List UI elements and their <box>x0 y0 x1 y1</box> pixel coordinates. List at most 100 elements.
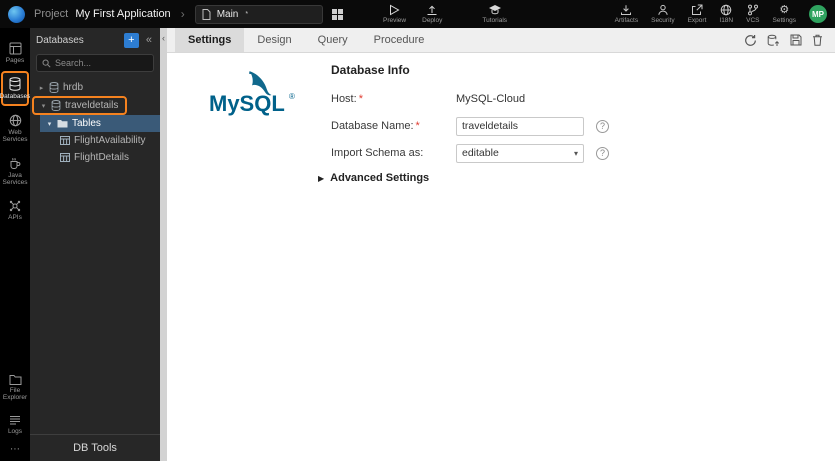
import-schema-select[interactable]: editable ▾ <box>456 143 584 163</box>
page-selector-dropdown[interactable]: Main * <box>194 4 323 24</box>
delete-icon[interactable] <box>812 34 823 46</box>
advanced-settings-toggle[interactable]: ▶ Advanced Settings <box>318 172 609 184</box>
advanced-settings-label: Advanced Settings <box>330 172 430 184</box>
host-label: Host: * <box>331 93 456 105</box>
tutorials-label: Tutorials <box>482 17 508 24</box>
add-database-button[interactable]: + <box>123 32 139 48</box>
tree-item-label: FlightDetails <box>74 152 130 163</box>
topbar-center-actions: Preview Deploy Tutorials <box>383 0 507 28</box>
database-name-label: Database Name: * <box>331 120 456 132</box>
chevron-right-icon: › <box>180 7 185 21</box>
tab-query[interactable]: Query <box>305 28 361 52</box>
artifacts-download-icon <box>620 4 632 16</box>
tree-item-flightdetails[interactable]: FlightDetails <box>30 149 160 166</box>
sidebar-item-databases[interactable]: Databases <box>0 71 31 106</box>
database-name-input[interactable] <box>456 116 584 136</box>
tutorials-button[interactable]: Tutorials <box>482 4 507 24</box>
dashboard-grid-icon[interactable] <box>331 8 343 20</box>
tree-item-hrdb[interactable]: ▸ hrdb <box>30 79 160 96</box>
tree-item-traveldetails[interactable]: ▾ traveldetails <box>32 96 128 115</box>
tree-item-label: Tables <box>72 118 101 129</box>
sidebar-item-web-services[interactable]: Web Services <box>1 108 29 149</box>
tab-settings[interactable]: Settings <box>175 28 245 52</box>
tree-item-label: hrdb <box>63 82 84 93</box>
topbar: Project My First Application › Main * Pr… <box>0 0 835 28</box>
chevron-down-icon[interactable]: ▾ <box>40 102 47 110</box>
vcs-label: VCS <box>746 17 760 24</box>
search-icon <box>42 59 51 68</box>
project-title: Project My First Application <box>34 8 171 20</box>
tree-item-label: traveldetails <box>65 100 119 111</box>
reimport-db-icon[interactable] <box>744 34 757 47</box>
artifacts-button[interactable]: Artifacts <box>615 4 638 24</box>
database-name-label-text: Database Name: <box>331 120 414 132</box>
help-icon[interactable]: ? <box>596 119 609 133</box>
mysql-logo-reg: ® <box>289 92 295 101</box>
sidebar-item-apis[interactable]: APIs <box>1 194 29 226</box>
collapse-panel-icon[interactable]: « <box>144 34 154 46</box>
page-icon <box>202 8 211 20</box>
host-label-text: Host: <box>331 93 357 105</box>
deploy-label: Deploy <box>422 17 443 24</box>
mysql-logo-text: MySQL <box>209 91 285 116</box>
wavemaker-logo-icon[interactable] <box>8 5 25 23</box>
database-icon <box>9 77 21 92</box>
tree-item-tables[interactable]: ▾ Tables <box>40 115 160 132</box>
security-button[interactable]: Security <box>651 4 675 24</box>
preview-button[interactable]: Preview <box>383 4 406 24</box>
left-rail: Pages Databases Web Services Java Servic… <box>0 28 31 461</box>
i18n-label: I18N <box>719 17 734 24</box>
branch-icon <box>747 4 759 16</box>
settings-button[interactable]: ⚙ Settings <box>773 4 797 24</box>
database-info-form: Database Info Host: * MySQL-Cloud Databas… <box>318 63 609 184</box>
pages-icon <box>9 42 22 55</box>
export-db-icon[interactable] <box>767 34 780 47</box>
tab-design[interactable]: Design <box>244 28 304 52</box>
tree-item-label: FlightAvailability <box>74 135 146 146</box>
database-icon <box>51 100 61 111</box>
export-share-icon <box>691 4 703 16</box>
globe-icon <box>720 4 732 16</box>
play-icon <box>389 4 400 16</box>
chevron-right-icon: ▶ <box>318 173 325 183</box>
artifacts-label: Artifacts <box>614 17 639 24</box>
more-options-icon[interactable]: ⋯ <box>10 442 20 457</box>
sidebar-item-java-services[interactable]: Java Services <box>1 151 29 192</box>
db-tools-button[interactable]: DB Tools <box>30 434 160 461</box>
sidebar-item-label: Pages <box>5 57 25 64</box>
section-title: Database Info <box>331 63 410 77</box>
sidebar-item-logs[interactable]: Logs <box>1 409 29 440</box>
database-search <box>36 54 154 72</box>
save-icon[interactable] <box>790 34 802 46</box>
import-schema-label: Import Schema as: <box>331 147 424 159</box>
chevron-right-icon[interactable]: ▸ <box>38 84 45 92</box>
export-button[interactable]: Export <box>687 4 707 24</box>
folder-icon <box>57 119 68 128</box>
tree-item-flightavailability[interactable]: FlightAvailability <box>30 132 160 149</box>
databases-panel-header: Databases + « <box>30 28 160 52</box>
import-schema-value: editable <box>462 147 499 159</box>
sidebar-item-pages[interactable]: Pages <box>1 36 29 69</box>
user-avatar[interactable]: MP <box>809 5 827 23</box>
settings-content: MySQL ® Database Info Host: * MySQL-Cloud… <box>167 53 835 461</box>
sidebar-item-label: Logs <box>7 427 23 435</box>
db-designer-tabbar: Settings Design Query Procedure <box>167 28 835 53</box>
main-area: Settings Design Query Procedure MySQL ® … <box>167 28 835 461</box>
i18n-button[interactable]: I18N <box>719 4 733 24</box>
vcs-button[interactable]: VCS <box>746 4 760 24</box>
panel-splitter[interactable]: ‹ <box>160 28 167 461</box>
mysql-logo: MySQL ® <box>205 63 301 121</box>
chevron-down-icon[interactable]: ▾ <box>46 120 53 128</box>
apis-icon <box>9 200 21 212</box>
web-services-icon <box>9 114 22 127</box>
database-name-row: Database Name:* ? <box>331 116 609 136</box>
search-input[interactable] <box>55 58 148 68</box>
project-prefix: Project <box>34 8 69 20</box>
tab-procedure[interactable]: Procedure <box>361 28 438 52</box>
export-label: Export <box>687 17 707 24</box>
sidebar-item-file-explorer[interactable]: File Explorer <box>1 368 29 407</box>
help-icon[interactable]: ? <box>596 146 609 160</box>
deploy-button[interactable]: Deploy <box>422 4 442 24</box>
sidebar-item-label: Web Services <box>2 128 28 144</box>
collapse-splitter-icon[interactable]: ‹ <box>160 33 167 43</box>
